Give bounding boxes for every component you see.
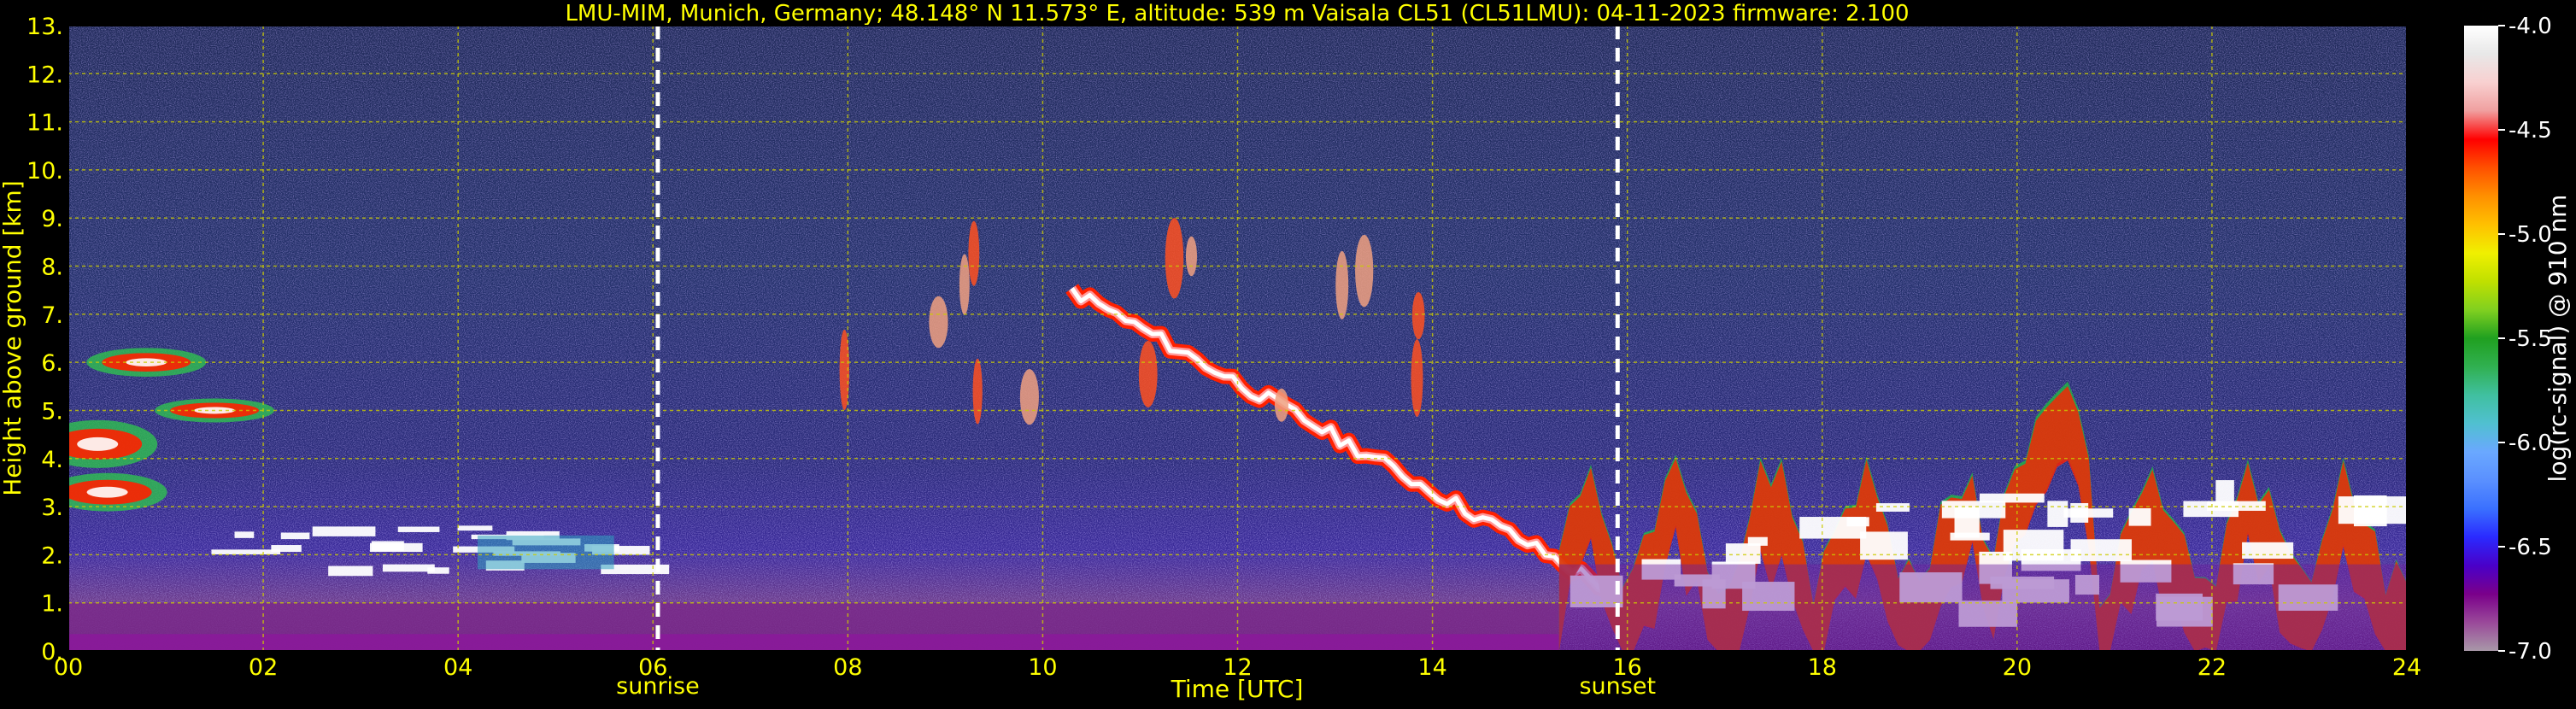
backscatter-chart: LMU-MIM, Munich, Germany; 48.148° N 11.5… bbox=[0, 1, 2572, 703]
x-tick-label: 06 bbox=[638, 654, 667, 681]
colorbar-tick-label: -7.0 bbox=[2509, 639, 2552, 665]
x-tick-label: 22 bbox=[2198, 654, 2227, 681]
plot-area bbox=[68, 26, 2407, 651]
ceilometer-figure: LMU-MIM, Munich, Germany; 48.148° N 11.5… bbox=[0, 0, 2576, 706]
y-tick-label: 0. bbox=[41, 639, 63, 665]
x-tick-label: 10 bbox=[1028, 654, 1057, 681]
x-tick-label: 18 bbox=[1808, 654, 1837, 681]
x-tick-label: 20 bbox=[2003, 654, 2032, 681]
x-tick-label: 08 bbox=[833, 654, 862, 681]
y-tick-label: 7. bbox=[41, 302, 63, 329]
feature-surface-aerosol-layer bbox=[68, 602, 1559, 651]
y-axis-label: Height above ground [km] bbox=[0, 180, 26, 496]
y-tick-label: 3. bbox=[41, 495, 63, 521]
colorbar-label: log(rc-signal) @ 910 nm bbox=[2544, 195, 2572, 483]
colorbar-tick-label: -4.5 bbox=[2509, 118, 2552, 144]
x-tick-label: 14 bbox=[1417, 654, 1446, 681]
y-tick-label: 2. bbox=[41, 542, 63, 569]
y-tick-label: 9. bbox=[41, 206, 63, 232]
chart-title: LMU-MIM, Munich, Germany; 48.148° N 11.5… bbox=[565, 1, 1909, 26]
y-tick-label: 11. bbox=[26, 110, 63, 137]
colorbar-scale bbox=[2464, 26, 2498, 651]
x-tick-label: 16 bbox=[1612, 654, 1641, 681]
y-tick-label: 5. bbox=[41, 398, 63, 425]
y-tick-label: 1. bbox=[41, 591, 63, 618]
x-tick-label: 24 bbox=[2392, 654, 2421, 681]
y-tick-label: 10. bbox=[26, 158, 63, 185]
y-tick-label: 6. bbox=[41, 350, 63, 377]
y-tick-label: 4. bbox=[41, 447, 63, 473]
colorbar-tick-label: -6.5 bbox=[2509, 535, 2552, 560]
y-axis-ticks: 0. 1. 2. 3. 4. 5. 6. 7. 8. 9. 10. 11. 12. 13. bbox=[26, 14, 63, 665]
x-tick-label: 04 bbox=[443, 654, 472, 681]
y-tick-label: 13. bbox=[26, 14, 63, 40]
y-tick-label: 8. bbox=[41, 255, 63, 281]
x-tick-label: 02 bbox=[249, 654, 278, 681]
y-tick-label: 12. bbox=[26, 62, 63, 88]
colorbar-tick-label: -4.0 bbox=[2509, 14, 2552, 39]
x-axis-label: Time [UTC] bbox=[1171, 675, 1304, 703]
colorbar: -4.0-4.5-5.0-5.5-6.0-6.5-7.0 log(rc-sign… bbox=[2464, 14, 2572, 665]
